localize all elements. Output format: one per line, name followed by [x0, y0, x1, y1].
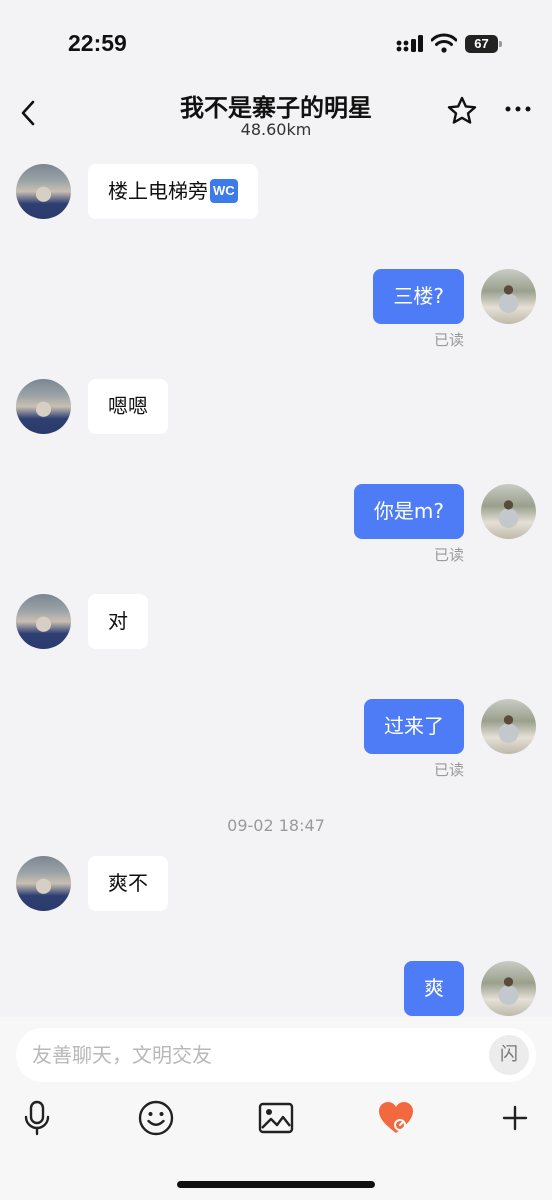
- message-bubble-received[interactable]: 对: [88, 594, 148, 649]
- contact-avatar[interactable]: [16, 856, 71, 911]
- microphone-icon[interactable]: [18, 1099, 56, 1137]
- emoji-icon[interactable]: [137, 1099, 175, 1137]
- my-avatar[interactable]: [481, 699, 536, 754]
- read-receipt: 已读: [433, 761, 464, 779]
- more-options-icon[interactable]: [505, 104, 531, 114]
- message-bubble-sent[interactable]: 三楼?: [373, 269, 464, 324]
- message-bubble-sent[interactable]: 爽: [404, 961, 464, 1016]
- message-bubble-received[interactable]: 爽不: [88, 856, 168, 911]
- read-receipt: 已读: [433, 331, 464, 349]
- contact-avatar[interactable]: [16, 379, 71, 434]
- read-receipt: 已读: [433, 546, 464, 564]
- star-icon[interactable]: [446, 95, 478, 127]
- flash-button[interactable]: 闪: [489, 1035, 529, 1075]
- message-input[interactable]: 友善聊天，文明交友 闪: [16, 1028, 536, 1082]
- contact-avatar[interactable]: [16, 164, 71, 219]
- home-indicator[interactable]: [177, 1181, 375, 1188]
- my-avatar[interactable]: [481, 961, 536, 1016]
- battery-level: 67: [465, 35, 498, 53]
- message-bubble-received[interactable]: 嗯嗯: [88, 379, 168, 434]
- battery-icon: 67: [465, 35, 502, 53]
- input-placeholder: 友善聊天，文明交友: [32, 1043, 212, 1067]
- my-avatar[interactable]: [481, 269, 536, 324]
- wifi-icon: [431, 33, 457, 53]
- composer-area: 友善聊天，文明交友 闪: [0, 1017, 552, 1200]
- status-time: 22:59: [68, 30, 127, 56]
- image-icon[interactable]: [257, 1099, 295, 1137]
- my-avatar[interactable]: [481, 484, 536, 539]
- message-bubble-sent[interactable]: 过来了: [364, 699, 464, 754]
- contact-avatar[interactable]: [16, 594, 71, 649]
- message-timestamp: 09-02 18:47: [227, 816, 325, 835]
- wc-emoji-icon: WC: [210, 178, 238, 203]
- message-bubble-sent[interactable]: 你是m?: [353, 484, 464, 539]
- chat-header: 我不是寨子的明星 48.60km: [0, 88, 552, 148]
- status-bar: 22:59 67: [0, 0, 552, 88]
- message-text: 楼上电梯旁: [108, 179, 208, 203]
- cellular-signal-icon: [396, 35, 423, 52]
- plus-icon[interactable]: [496, 1099, 534, 1137]
- message-bubble-received[interactable]: 楼上电梯旁 WC: [88, 164, 258, 219]
- battery-tip: [499, 41, 502, 47]
- heart-icon[interactable]: [377, 1099, 415, 1137]
